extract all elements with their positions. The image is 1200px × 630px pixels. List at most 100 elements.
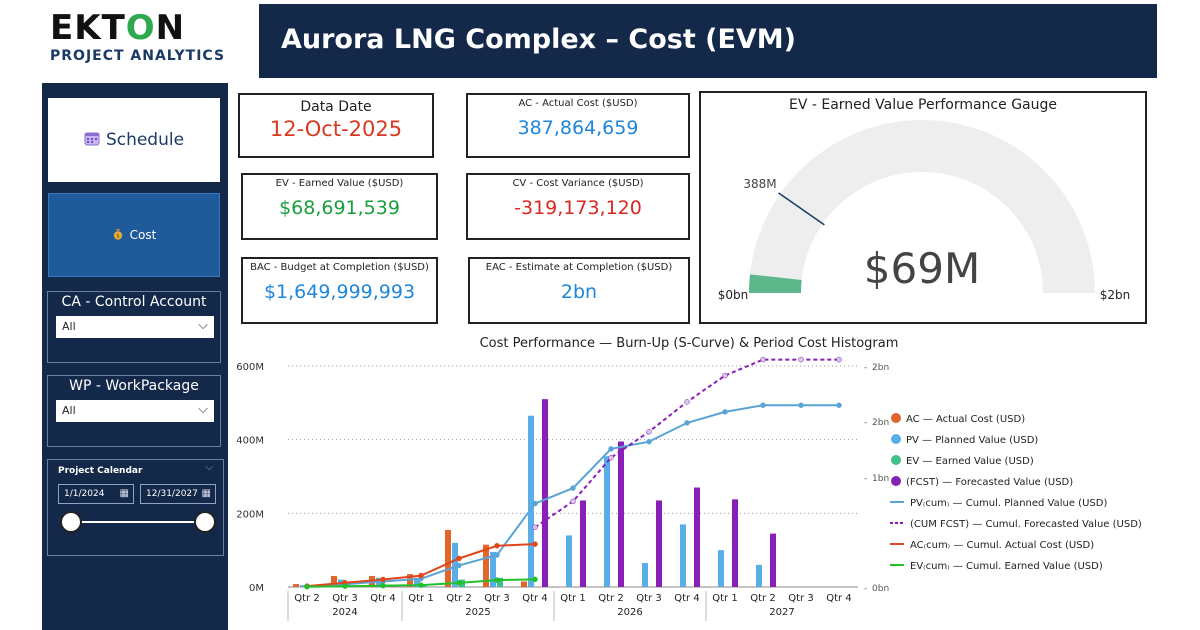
legend-label: AC — Actual Cost (USD) xyxy=(906,414,1025,425)
y-right-tick-label: 2bn xyxy=(872,418,889,428)
project-calendar-label: Project Calendar xyxy=(58,466,143,476)
year-label: 2027 xyxy=(769,607,794,618)
date-range-track[interactable] xyxy=(66,521,206,523)
y-right-tick-label: 0bn xyxy=(872,584,889,594)
workpackage-label: WP - WorkPackage xyxy=(69,378,199,394)
legend-label: (FCST) — Forecasted Value (USD) xyxy=(906,477,1073,488)
control-account-filter: CA - Control Account All ⌵ xyxy=(47,291,221,363)
bar xyxy=(566,535,572,587)
range-end-handle[interactable] xyxy=(194,511,216,533)
y-right-tick-dash: - xyxy=(864,363,867,373)
line-point xyxy=(608,454,614,461)
x-tick-label: Qtr 1 xyxy=(408,593,433,604)
chart-canvas: Cost Performance — Burn-Up (S-Curve) & P… xyxy=(236,336,1142,621)
bac-card: BAC - Budget at Completion ($USD) $1,649… xyxy=(241,257,438,324)
bar xyxy=(732,499,738,587)
eac-card: EAC - Estimate at Completion ($USD) 2bn xyxy=(468,257,690,324)
x-tick-label: Qtr 4 xyxy=(674,593,699,604)
x-tick-label: Qtr 2 xyxy=(294,593,319,604)
line-point xyxy=(456,555,462,562)
ev-gauge: 388M $69M $0bn $2bn xyxy=(718,119,1131,302)
schedule-nav-button[interactable]: Schedule xyxy=(48,98,220,182)
calendar-start-input[interactable]: 1/1/2024 ▦ xyxy=(58,484,134,504)
eac-value: 2bn xyxy=(560,281,598,303)
bar xyxy=(756,564,762,587)
cost-variance-card: CV - Cost Variance ($USD) -319,173,120 xyxy=(466,173,690,240)
brand-logo: EKTON PROJECT ANALYTICS xyxy=(42,4,246,74)
x-tick-label: Qtr 3 xyxy=(484,593,509,604)
line-point xyxy=(684,420,690,426)
x-tick-label: Qtr 2 xyxy=(598,593,623,604)
x-tick-label: Qtr 4 xyxy=(522,593,547,604)
series-line xyxy=(306,404,839,588)
data-date-label: Data Date xyxy=(300,99,372,115)
x-tick-label: Qtr 1 xyxy=(560,593,585,604)
line-point xyxy=(532,524,538,531)
gauge-value-label: $69M xyxy=(864,244,980,293)
y-left-tick-label: 600M xyxy=(236,362,264,373)
data-date-value: 12-Oct-2025 xyxy=(269,117,403,141)
x-tick-label: Qtr 2 xyxy=(750,593,775,604)
legend-label: EV — Earned Value (USD) xyxy=(906,456,1034,467)
line-point xyxy=(494,577,500,583)
cost-nav-button[interactable]: $ Cost xyxy=(48,193,220,277)
legend-marker xyxy=(891,413,901,423)
y-left-tick-label: 400M xyxy=(236,436,264,447)
bar xyxy=(618,441,624,587)
y-right-tick-dash: - xyxy=(864,474,867,484)
calendar-icon: ▦ xyxy=(119,488,129,499)
line-point xyxy=(304,584,310,590)
x-tick-label: Qtr 2 xyxy=(446,593,471,604)
workpackage-value: All xyxy=(62,404,76,417)
legend-label: PV₍cum₎ — Cumul. Planned Value (USD) xyxy=(910,498,1107,509)
legend-marker xyxy=(891,455,901,465)
control-account-select[interactable]: All ⌵ xyxy=(56,316,214,338)
legend-label: EV₍cum₎ — Cumul. Earned Value (USD) xyxy=(910,561,1103,572)
x-tick-label: Qtr 4 xyxy=(370,593,395,604)
calendar-end-input[interactable]: 12/31/2027 ▦ xyxy=(140,484,216,504)
earned-value-value: $68,691,539 xyxy=(279,197,400,219)
bac-value: $1,649,999,993 xyxy=(263,281,416,303)
x-tick-label: Qtr 1 xyxy=(712,593,737,604)
bar xyxy=(293,584,299,587)
eac-label: EAC - Estimate at Completion ($USD) xyxy=(485,262,673,273)
control-account-label: CA - Control Account xyxy=(61,294,207,310)
earned-value-label: EV - Earned Value ($USD) xyxy=(275,178,404,189)
bar xyxy=(521,581,527,587)
line-point xyxy=(684,399,690,405)
gauge-max-label: $2bn xyxy=(1100,288,1131,302)
chevron-down-icon[interactable]: ⌵ xyxy=(205,462,213,473)
cost-variance-label: CV - Cost Variance ($USD) xyxy=(512,178,644,189)
gauge-target-label: 388M xyxy=(743,177,776,191)
year-label: 2024 xyxy=(332,607,357,618)
calendar-start-value: 1/1/2024 xyxy=(64,489,105,499)
data-date-card: Data Date 12-Oct-2025 xyxy=(238,93,434,158)
line-point xyxy=(836,402,842,408)
bar xyxy=(542,399,548,587)
bar xyxy=(528,415,534,587)
page-title: Aurora LNG Complex – Cost (EVM) xyxy=(281,24,797,55)
logo-subtitle: PROJECT ANALYTICS xyxy=(50,48,226,64)
money-bag-icon: $ xyxy=(112,228,124,243)
schedule-nav-label: Schedule xyxy=(105,130,185,150)
bar xyxy=(694,487,700,587)
line-point xyxy=(418,572,424,579)
ev-gauge-card: EV - Earned Value Performance Gauge 388M… xyxy=(699,91,1147,324)
line-point xyxy=(532,541,538,547)
cost-variance-value: -319,173,120 xyxy=(514,197,642,219)
line-point xyxy=(608,446,614,452)
workpackage-select[interactable]: All ⌵ xyxy=(56,400,214,422)
line-point xyxy=(418,582,424,588)
chart-title: Cost Performance — Burn-Up (S-Curve) & P… xyxy=(480,336,899,351)
bar xyxy=(770,533,776,587)
line-point xyxy=(760,402,766,408)
y-right-tick-label: 2bn xyxy=(872,363,889,373)
y-right-tick-dash: - xyxy=(864,584,867,594)
earned-value-card: EV - Earned Value ($USD) $68,691,539 xyxy=(241,173,438,240)
line-point xyxy=(494,543,500,549)
y-right-tick-dash: - xyxy=(864,418,867,428)
range-start-handle[interactable] xyxy=(60,511,82,533)
line-point xyxy=(722,409,728,415)
line-point xyxy=(494,552,500,558)
line-point xyxy=(570,485,576,491)
